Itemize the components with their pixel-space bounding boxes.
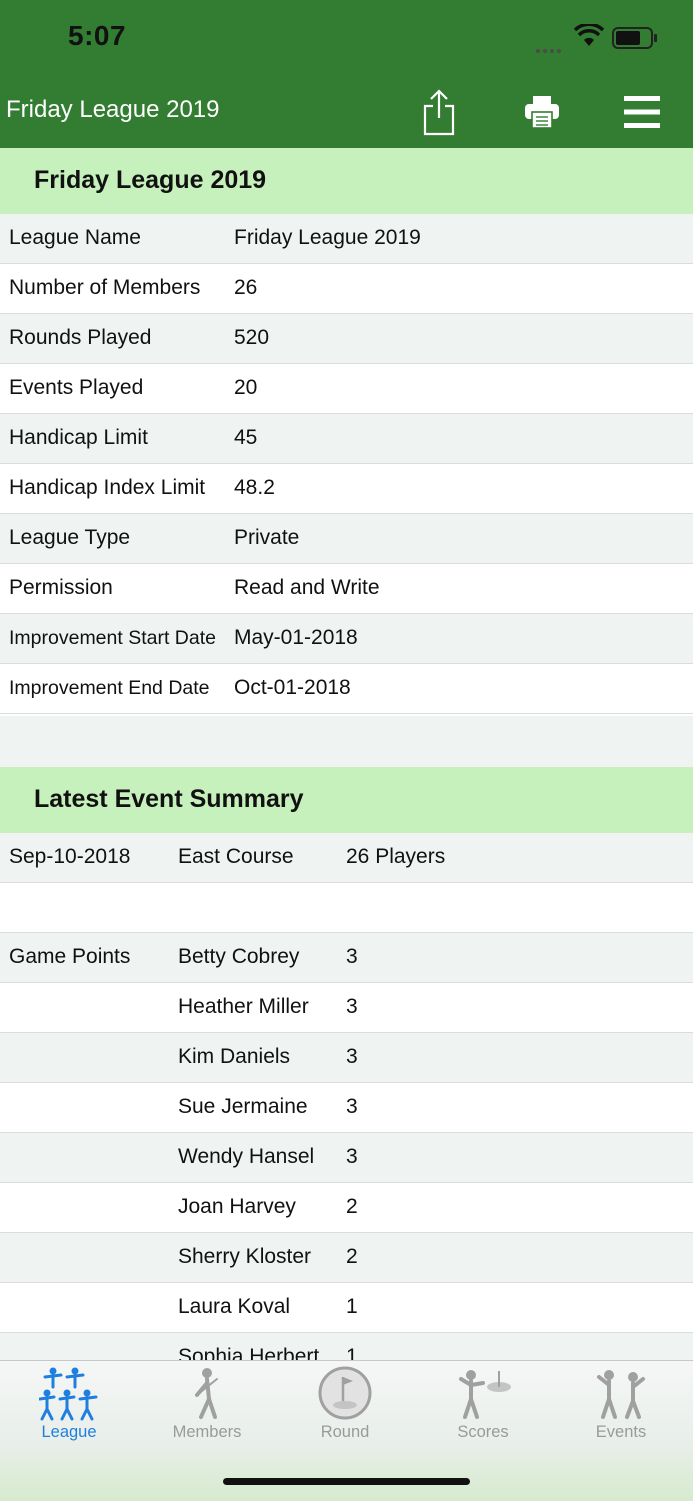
event-players: 26 Players <box>346 845 446 868</box>
info-value: 20 <box>234 376 258 399</box>
printer-icon <box>525 96 559 129</box>
player-name: Sue Jermaine <box>178 1095 308 1118</box>
info-value: 520 <box>234 326 270 349</box>
status-bar: 5:07 <box>0 0 693 76</box>
info-value: Oct-01-2018 <box>234 676 351 699</box>
hamburger-menu-icon <box>624 96 660 128</box>
player-points: 3 <box>346 945 358 968</box>
tab-league-label: League <box>41 1423 97 1441</box>
cellular-signal-icon <box>536 40 564 58</box>
info-label: Events Played <box>9 376 144 399</box>
player-name: Joan Harvey <box>178 1195 296 1218</box>
info-value: Read and Write <box>234 576 380 599</box>
status-time: 5:07 <box>68 20 127 51</box>
info-row-handicap-index-limit: Handicap Index Limit 48.2 <box>0 464 693 514</box>
nav-title: Friday League 2019 <box>6 96 220 123</box>
player-name: Betty Cobrey <box>178 945 300 968</box>
points-row: Game Points Betty Cobrey 3 <box>0 933 693 983</box>
event-course: East Course <box>178 845 294 868</box>
player-points: 2 <box>346 1245 358 1268</box>
event-section-title: Latest Event Summary <box>34 785 304 813</box>
info-row-improvement-start: Improvement Start Date May-01-2018 <box>0 614 693 664</box>
player-points: 3 <box>346 995 358 1018</box>
event-summary-row: Sep-10-2018 East Course 26 Players <box>0 833 693 883</box>
info-value: 48.2 <box>234 476 275 499</box>
golfer-icon <box>195 1368 218 1419</box>
home-indicator <box>223 1478 470 1485</box>
info-row-handicap-limit: Handicap Limit 45 <box>0 414 693 464</box>
points-row: Laura Koval 1 <box>0 1283 693 1333</box>
wifi-icon <box>574 24 604 46</box>
info-label: League Type <box>9 526 131 549</box>
info-label: Improvement Start Date <box>9 627 216 649</box>
tab-members-label: Members <box>172 1423 242 1441</box>
info-label: League Name <box>9 226 141 249</box>
print-button[interactable] <box>518 76 566 148</box>
tab-events-label: Events <box>595 1423 647 1441</box>
info-label: Number of Members <box>9 276 201 299</box>
game-points-label: Game Points <box>9 945 131 968</box>
info-row-events: Events Played 20 <box>0 364 693 414</box>
event-date: Sep-10-2018 <box>9 845 131 868</box>
points-row: Joan Harvey 2 <box>0 1183 693 1233</box>
share-icon <box>423 89 455 136</box>
player-points: 2 <box>346 1195 358 1218</box>
player-points: 3 <box>346 1145 358 1168</box>
info-row-improvement-end: Improvement End Date Oct-01-2018 <box>0 664 693 714</box>
info-label: Improvement End Date <box>9 677 210 699</box>
points-row: Sherry Kloster 2 <box>0 1233 693 1283</box>
golf-hole-icon <box>318 1366 372 1420</box>
navigation-bar: Friday League 2019 <box>0 76 693 148</box>
player-points: 3 <box>346 1045 358 1068</box>
league-golfers-icon <box>39 1367 98 1421</box>
event-section-header: Latest Event Summary <box>0 767 693 833</box>
points-row: Heather Miller 3 <box>0 983 693 1033</box>
tab-scores[interactable]: Scores <box>414 1361 552 1451</box>
points-row: Sue Jermaine 3 <box>0 1083 693 1133</box>
info-row-permission: Permission Read and Write <box>0 564 693 614</box>
golfers-group-icon <box>597 1370 645 1419</box>
player-points: 3 <box>346 1095 358 1118</box>
info-label: Handicap Index Limit <box>9 476 206 499</box>
info-value: May-01-2018 <box>234 626 358 649</box>
info-value: 45 <box>234 426 258 449</box>
info-value: Friday League 2019 <box>234 226 421 249</box>
info-label: Permission <box>9 576 113 599</box>
player-points: 1 <box>346 1295 358 1318</box>
player-name: Wendy Hansel <box>178 1145 315 1168</box>
league-section-header: Friday League 2019 <box>0 148 693 214</box>
menu-button[interactable] <box>620 76 664 148</box>
tab-events[interactable]: Events <box>552 1361 690 1451</box>
golfer-putting-icon <box>459 1370 511 1419</box>
league-section-title: Friday League 2019 <box>34 166 267 194</box>
tab-league[interactable]: League <box>0 1361 138 1451</box>
info-row-league-name: League Name Friday League 2019 <box>0 214 693 264</box>
player-name: Kim Daniels <box>178 1045 291 1068</box>
points-row: Wendy Hansel 3 <box>0 1133 693 1183</box>
tab-round-label: Round <box>320 1423 370 1441</box>
points-row: Kim Daniels 3 <box>0 1033 693 1083</box>
tab-round[interactable]: Round <box>276 1361 414 1451</box>
info-label: Rounds Played <box>9 326 152 349</box>
player-name: Sherry Kloster <box>178 1245 312 1268</box>
tab-scores-label: Scores <box>457 1423 509 1441</box>
info-row-rounds: Rounds Played 520 <box>0 314 693 364</box>
battery-icon <box>612 27 657 49</box>
player-name: Laura Koval <box>178 1295 291 1318</box>
info-row-league-type: League Type Private <box>0 514 693 564</box>
blank-row <box>0 883 693 933</box>
info-value: Private <box>234 526 300 549</box>
player-name: Heather Miller <box>178 995 309 1018</box>
tab-members[interactable]: Members <box>138 1361 276 1451</box>
info-row-members: Number of Members 26 <box>0 264 693 314</box>
info-value: 26 <box>234 276 258 299</box>
share-button[interactable] <box>416 76 462 148</box>
info-label: Handicap Limit <box>9 426 148 449</box>
section-spacer <box>0 716 693 767</box>
